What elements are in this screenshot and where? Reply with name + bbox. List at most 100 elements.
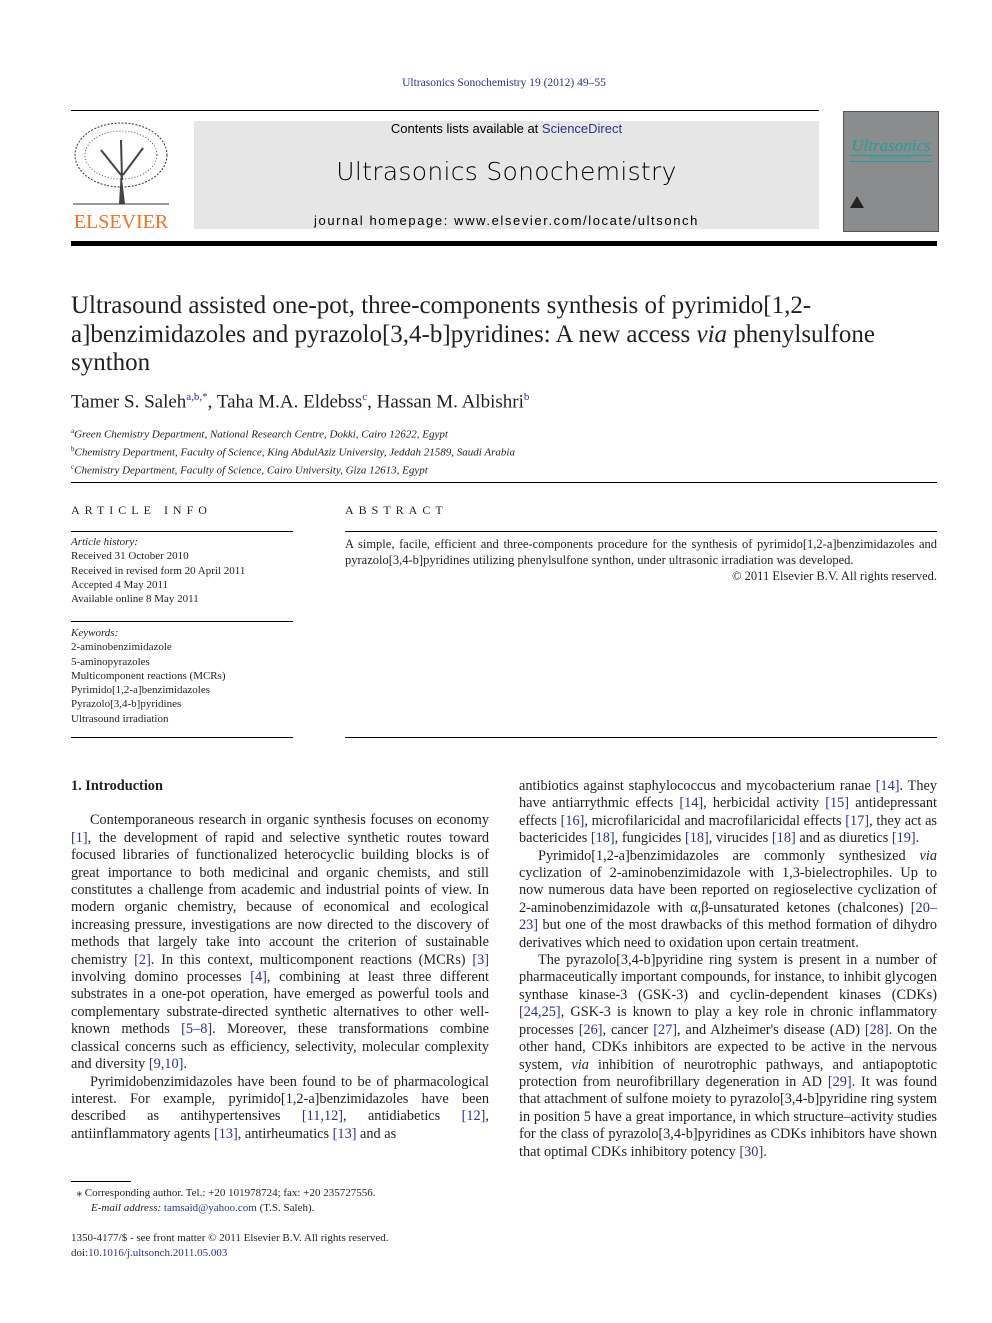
history-item: Available online 8 May 2011 xyxy=(71,593,199,606)
body-right-column: antibiotics against staphylococcus and m… xyxy=(519,778,937,1161)
affil-text: Chemistry Department, Faculty of Science… xyxy=(74,464,428,477)
author[interactable]: Hassan M. Albishri xyxy=(377,391,524,412)
paragraph-text: The pyrazolo[3,4-b]pyridine ring system … xyxy=(519,952,937,1003)
author[interactable]: Tamer S. Saleh xyxy=(71,391,186,412)
paragraph: Contemporaneous research in organic synt… xyxy=(71,812,489,1073)
affil-text: Chemistry Department, Faculty of Science… xyxy=(74,446,515,459)
citation-link[interactable]: [14] xyxy=(876,778,900,794)
citation-link[interactable]: [15] xyxy=(825,795,849,811)
paragraph-text: and as xyxy=(356,1125,397,1142)
section-heading: 1. Introduction xyxy=(71,778,163,794)
citation-link[interactable]: [19] xyxy=(892,830,916,846)
citation-link[interactable]: [24,25] xyxy=(519,1004,561,1020)
affiliations: aGreen Chemistry Department, National Re… xyxy=(71,424,515,478)
journal-citation-link[interactable]: Ultrasonics Sonochemistry 19 (2012) 49–5… xyxy=(0,77,992,89)
paragraph-text: involving domino processes xyxy=(71,969,251,986)
history-item: Received 31 October 2010 xyxy=(71,550,189,563)
journal-title: Ultrasonics Sonochemistry xyxy=(336,157,677,186)
cover-logo-icon xyxy=(850,196,864,208)
citation-link[interactable]: [18] xyxy=(591,830,615,846)
divider xyxy=(71,621,293,622)
paragraph-text: , antirheumatics xyxy=(237,1125,333,1142)
citation-link[interactable]: [29] xyxy=(828,1074,852,1090)
footnote: ⁎ Corresponding author. Tel.: +20 101978… xyxy=(71,1187,376,1214)
author-list: Tamer S. Saleha,b,*, Taha M.A. Eldebssc,… xyxy=(71,391,530,413)
citation-link[interactable]: [1] xyxy=(71,830,88,846)
history-item: Received in revised form 20 April 2011 xyxy=(71,564,246,577)
abstract: A simple, facile, efficient and three-co… xyxy=(345,536,937,584)
citation-link[interactable]: [18] xyxy=(685,830,709,846)
divider xyxy=(71,482,937,483)
keyword: Ultrasound irradiation xyxy=(71,712,169,725)
paragraph-text: via xyxy=(919,847,937,864)
paragraph: Pyrimido[1,2-a]benzimidazoles are common… xyxy=(519,848,937,952)
keywords-label: Keywords: xyxy=(71,627,119,639)
cover-title: Ultrasonics xyxy=(851,136,931,155)
email-link[interactable]: tamsaid@yahoo.com xyxy=(164,1202,257,1214)
paragraph-text: Pyrimido[1,2-a]benzimidazoles are common… xyxy=(538,847,920,864)
issn-doi: 1350-4177/$ - see front matter © 2011 El… xyxy=(71,1231,389,1260)
citation-link[interactable]: [27] xyxy=(653,1022,677,1038)
title-italic: via xyxy=(696,320,728,348)
elsevier-wordmark: ELSEVIER xyxy=(74,211,169,232)
affiliation: bChemistry Department, Faculty of Scienc… xyxy=(71,442,515,460)
journal-homepage[interactable]: journal homepage: www.elsevier.com/locat… xyxy=(194,213,819,228)
citation-link[interactable]: [18] xyxy=(772,830,796,846)
citation-link[interactable]: [28] xyxy=(865,1022,889,1038)
paragraph-text: via xyxy=(571,1056,589,1073)
issn-line: 1350-4177/$ - see front matter © 2011 El… xyxy=(71,1232,389,1244)
citation-link[interactable]: [5–8] xyxy=(181,1021,212,1037)
paragraph-text: , cancer xyxy=(602,1021,654,1038)
citation-link[interactable]: [30] xyxy=(739,1144,763,1160)
sciencedirect-link[interactable]: ScienceDirect xyxy=(542,121,622,136)
paragraph-text: , herbicidal activity xyxy=(703,795,826,812)
paragraph-text: . xyxy=(915,830,920,847)
elsevier-logo[interactable]: ELSEVIER xyxy=(71,120,171,233)
citation-link[interactable]: [17] xyxy=(845,813,869,829)
author-affil-mark[interactable]: b xyxy=(524,391,530,403)
citation-link[interactable]: [2] xyxy=(134,952,151,968)
corresponding-author-note: Corresponding author. Tel.: +20 10197872… xyxy=(84,1187,376,1199)
paragraph-text: , and Alzheimer's disease (AD) xyxy=(677,1021,865,1038)
abstract-heading: ABSTRACT xyxy=(345,503,448,517)
citation-link[interactable]: [13] xyxy=(214,1126,238,1142)
author[interactable]: Taha M.A. Eldebss xyxy=(217,391,362,412)
affiliation: cChemistry Department, Faculty of Scienc… xyxy=(71,460,515,478)
contents-text: Contents lists available at xyxy=(390,121,542,136)
divider xyxy=(345,531,937,532)
citation-link[interactable]: [4] xyxy=(250,969,267,985)
paragraph: antibiotics against staphylococcus and m… xyxy=(519,778,937,848)
citation-link[interactable]: [13] xyxy=(333,1126,357,1142)
elsevier-tree-icon: ELSEVIER xyxy=(71,120,171,233)
citation-link[interactable]: [14] xyxy=(679,795,703,811)
paragraph: The pyrazolo[3,4-b]pyridine ring system … xyxy=(519,952,937,1161)
citation-link[interactable]: [3] xyxy=(472,952,489,968)
paragraph-text: , virucides xyxy=(708,830,772,847)
footnote-rule xyxy=(71,1181,131,1182)
paragraph-text: cyclization of 2-aminobenzimidazole with… xyxy=(519,865,937,916)
citation-link[interactable]: [16] xyxy=(561,813,585,829)
author-affil-mark[interactable]: a,b,* xyxy=(186,391,207,403)
journal-banner: Contents lists available at ScienceDirec… xyxy=(194,121,819,229)
paragraph-text: . xyxy=(183,1056,187,1073)
paragraph-text: , microfilaricidal and macrofilaricidal … xyxy=(584,812,846,829)
author-affil-mark[interactable]: c xyxy=(362,391,367,403)
affil-text: Green Chemistry Department, National Res… xyxy=(74,428,448,441)
divider xyxy=(71,531,293,532)
journal-cover-image[interactable]: Ultrasonics SONOCHEMISTRY xyxy=(843,111,939,232)
email-label: E-mail address: xyxy=(91,1202,162,1214)
citation-link[interactable]: [11,12] xyxy=(302,1108,343,1124)
paragraph-text: Contemporaneous research in organic synt… xyxy=(90,812,489,829)
citation-link[interactable]: [12] xyxy=(462,1108,486,1124)
article-info-heading: ARTICLE INFO xyxy=(71,503,212,517)
citation-link[interactable]: [9,10] xyxy=(149,1056,184,1072)
doi-link[interactable]: 10.1016/j.ultsonch.2011.05.003 xyxy=(88,1247,227,1259)
citation-link[interactable]: [26] xyxy=(579,1022,603,1038)
keywords: Keywords: 2-aminobenzimidazole 5-aminopy… xyxy=(71,626,226,726)
keyword: 2-aminobenzimidazole xyxy=(71,641,172,654)
paragraph-text: and as diuretics xyxy=(795,830,892,847)
paragraph-text: , antidiabetics xyxy=(343,1108,462,1125)
copyright: © 2011 Elsevier B.V. All rights reserved… xyxy=(732,569,937,583)
divider xyxy=(71,737,293,738)
paragraph-text: . xyxy=(763,1143,767,1160)
